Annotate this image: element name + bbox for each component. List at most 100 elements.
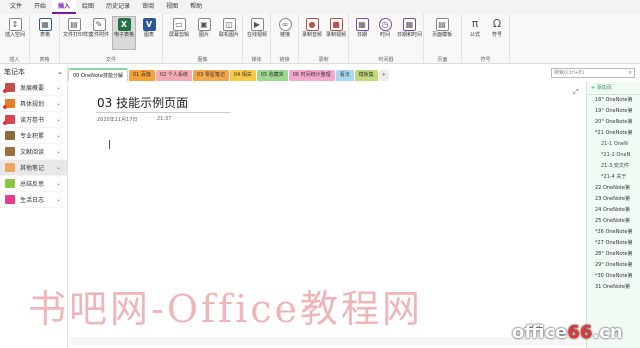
- record-video-icon: ■: [329, 18, 343, 31]
- menu-home[interactable]: 开始: [28, 0, 52, 14]
- page-title[interactable]: 03 技能示例页面: [97, 94, 188, 111]
- page-item[interactable]: 18° OneNote第: [587, 95, 640, 106]
- title-underline: [96, 112, 231, 113]
- page-item[interactable]: *30 OneNote第: [587, 271, 640, 282]
- file-printout-button[interactable]: ▤ 文件打印样式: [63, 17, 93, 49]
- subpage-item[interactable]: 21-1 OneN: [587, 139, 640, 150]
- page-item[interactable]: 29° OneNote第: [587, 260, 640, 271]
- menu-draw[interactable]: 绘图: [76, 0, 100, 14]
- menu-insert[interactable]: 插入: [52, 0, 77, 14]
- page-date: 2020年11月17日: [97, 117, 138, 123]
- menu-review[interactable]: 审阅: [136, 0, 160, 14]
- menu-view[interactable]: 视图: [160, 0, 184, 14]
- chevron-down-icon[interactable]: ⌄: [56, 132, 61, 139]
- section-color-icon: [5, 147, 15, 156]
- section-item[interactable]: 具体规划 ⌄: [0, 96, 67, 112]
- clock-icon: ◷: [378, 18, 392, 31]
- chevron-down-icon[interactable]: ⌄: [56, 180, 61, 187]
- page-item[interactable]: *21 OneNote第: [587, 128, 640, 139]
- subpage-item[interactable]: *21-2 OneN: [587, 150, 640, 161]
- notebook-title: 笔记本: [4, 68, 25, 76]
- chevron-down-icon[interactable]: ⌄: [56, 116, 61, 123]
- link-icon: ∞: [278, 18, 292, 31]
- record-audio-button[interactable]: ● 录制音频: [301, 17, 323, 49]
- page-item[interactable]: 24 OneNote第: [587, 205, 640, 216]
- chevron-down-icon[interactable]: ⌄: [57, 68, 63, 76]
- horizontal-scrollbar[interactable]: [70, 337, 586, 345]
- section-tab[interactable]: 06 时间统计整理: [288, 70, 335, 81]
- ribbon-group-file: ▤ 文件打印样式 ✎ 文件附件 X 电子表格 V 图表 文件: [60, 14, 163, 64]
- unread-dot-icon: [3, 105, 7, 109]
- paperclip-icon: ✎: [92, 18, 106, 31]
- chevron-down-icon[interactable]: ⌄: [56, 164, 61, 171]
- menu-history[interactable]: 历史记录: [100, 0, 136, 14]
- section-item[interactable]: 其他笔记 ⌄: [0, 160, 67, 176]
- pi-icon: π: [471, 17, 479, 30]
- page-item[interactable]: 19° OneNote第: [587, 106, 640, 117]
- search-icon[interactable]: ⌕: [629, 69, 632, 77]
- page-item[interactable]: 31 OneNote第: [587, 282, 640, 293]
- chart-button[interactable]: V 图表: [138, 17, 160, 49]
- subpage-item[interactable]: *21-4 关于: [587, 172, 640, 183]
- section-item[interactable]: 文献阅读 ⌄: [0, 144, 67, 160]
- section-item[interactable]: 发展概要 ⌄: [0, 80, 67, 96]
- online-picture-button[interactable]: ◫ 联机图片: [218, 17, 240, 49]
- picture-button[interactable]: ▣ 图片: [193, 17, 215, 49]
- expand-icon[interactable]: ⤢: [573, 88, 579, 97]
- section-tab[interactable]: 04 相关: [229, 70, 256, 81]
- subpage-item[interactable]: 21-3 安文件: [587, 161, 640, 172]
- table-button[interactable]: ▦ 表格: [34, 17, 56, 49]
- section-label: 其他笔记: [20, 165, 45, 172]
- time-button[interactable]: ◷ 时间: [374, 17, 396, 49]
- section-tab[interactable]: 03 零星笔记: [192, 70, 229, 81]
- section-item[interactable]: 总结反思 ⌄: [0, 176, 67, 192]
- chevron-down-icon[interactable]: ⌄: [56, 196, 61, 203]
- menu-help[interactable]: 帮助: [184, 0, 208, 14]
- page-item[interactable]: 20° OneNote第: [587, 117, 640, 128]
- menu-file[interactable]: 文件: [4, 0, 28, 14]
- record-audio-icon: ●: [305, 18, 319, 31]
- notebook-header[interactable]: 笔记本 ⌄: [0, 64, 67, 80]
- page-item[interactable]: *26 OneNote第: [587, 227, 640, 238]
- screen-clipping-button[interactable]: ▭ 屏幕剪辑: [168, 17, 190, 49]
- chevron-down-icon[interactable]: ⌄: [56, 100, 61, 107]
- unread-dot-icon: [3, 121, 7, 125]
- page-item[interactable]: *27 OneNote第: [587, 238, 640, 249]
- online-video-button[interactable]: ▶ 在线视频: [246, 17, 268, 49]
- group-label-symbols: 符号: [480, 57, 491, 63]
- group-label-table: 表格: [39, 57, 50, 63]
- page-item[interactable]: 22 OneNote第: [587, 183, 640, 194]
- date-button[interactable]: ▦ 日期: [351, 17, 373, 49]
- symbol-button[interactable]: Ω 符号: [486, 17, 508, 49]
- page-item[interactable]: 23 OneNote第: [587, 194, 640, 205]
- chevron-down-icon[interactable]: ⌄: [56, 148, 61, 155]
- section-tab[interactable]: 模板集: [354, 70, 378, 81]
- section-tab[interactable]: 看法: [335, 70, 354, 81]
- record-video-button[interactable]: ■ 录制视频: [325, 17, 347, 49]
- page-search-input[interactable]: 搜索(Ctrl+E) ⌕: [551, 68, 635, 78]
- section-item[interactable]: 生活日志 ⌄: [0, 192, 67, 208]
- calendar-icon: ▦: [355, 18, 369, 31]
- equation-button[interactable]: π 公式: [464, 17, 486, 49]
- spreadsheet-button[interactable]: X 电子表格: [112, 16, 136, 50]
- add-page-button[interactable]: + 添加页: [587, 82, 640, 95]
- file-attachment-button[interactable]: ✎ 文件附件: [88, 17, 110, 49]
- section-tab[interactable]: 02 个人系统: [155, 70, 192, 81]
- section-tab[interactable]: 00 OneNote技能分解: [68, 68, 128, 81]
- section-tab[interactable]: 01 百篇: [128, 70, 155, 81]
- group-label-media: 媒体: [251, 57, 262, 63]
- add-section-tab[interactable]: +: [378, 70, 389, 81]
- group-label-timestamp: 时间戳: [378, 57, 394, 63]
- link-button[interactable]: ∞ 链接: [274, 17, 296, 49]
- section-tab[interactable]: 05 收藏夹: [256, 70, 288, 81]
- section-item[interactable]: 读万卷书 ⌄: [0, 112, 67, 128]
- insert-space-button[interactable]: ↕ 插入空间: [4, 17, 26, 49]
- page-templates-button[interactable]: ▤ 页面模板: [431, 17, 453, 49]
- date-time-button[interactable]: ▦ 日期和时间: [397, 17, 422, 49]
- section-label: 专业积累: [20, 133, 45, 140]
- page-item[interactable]: 28° OneNote第: [587, 249, 640, 260]
- section-label: 具体规划: [20, 101, 45, 108]
- section-item[interactable]: 专业积累 ⌄: [0, 128, 67, 144]
- chevron-down-icon[interactable]: ⌄: [56, 84, 61, 91]
- page-item[interactable]: 25 OneNote第: [587, 216, 640, 227]
